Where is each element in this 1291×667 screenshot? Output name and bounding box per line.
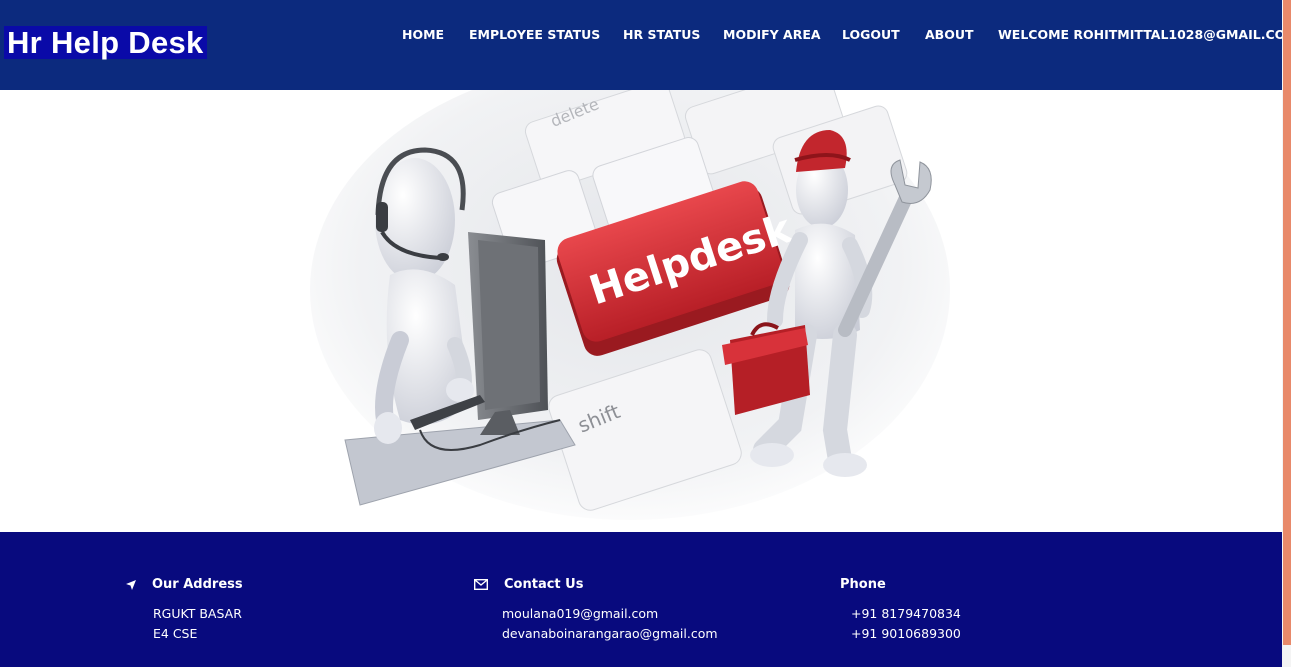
scrollbar-thumb[interactable] bbox=[1283, 0, 1291, 645]
nav-modify-area[interactable]: MODIFY AREA bbox=[723, 27, 821, 43]
hero-banner: shift delete Helpdesk bbox=[0, 90, 1282, 532]
nav-hr-status[interactable]: HR STATUS bbox=[623, 27, 700, 43]
contact-heading: Contact Us bbox=[504, 577, 584, 592]
location-arrow-icon bbox=[126, 580, 136, 590]
address-line-1: RGUKT BASAR bbox=[153, 606, 242, 621]
main-nav: HOME EMPLOYEE STATUS HR STATUS MODIFY AR… bbox=[0, 27, 1291, 43]
nav-welcome-user[interactable]: WELCOME ROHITMITTAL1028@GMAIL.COM bbox=[998, 27, 1291, 43]
phone-number-2: +91 9010689300 bbox=[851, 626, 961, 641]
envelope-icon bbox=[474, 579, 488, 590]
nav-logout[interactable]: LOGOUT bbox=[842, 27, 900, 43]
address-line-2: E4 CSE bbox=[153, 626, 198, 641]
nav-about[interactable]: ABOUT bbox=[925, 27, 974, 43]
nav-home[interactable]: HOME bbox=[402, 27, 444, 43]
page-scrollbar[interactable] bbox=[1282, 0, 1291, 667]
helpdesk-illustration: shift delete Helpdesk bbox=[310, 90, 950, 520]
contact-email-1[interactable]: moulana019@gmail.com bbox=[502, 606, 658, 622]
phone-heading: Phone bbox=[840, 577, 886, 592]
contact-email-2[interactable]: devanaboinarangarao@gmail.com bbox=[502, 626, 718, 642]
address-heading: Our Address bbox=[152, 577, 243, 592]
phone-number-1: +91 8179470834 bbox=[851, 606, 961, 621]
footer: Our Address RGUKT BASAR E4 CSE Contact U… bbox=[0, 532, 1282, 667]
nav-employee-status[interactable]: EMPLOYEE STATUS bbox=[469, 27, 600, 43]
header: Hr Help Desk HOME EMPLOYEE STATUS HR STA… bbox=[0, 0, 1291, 90]
